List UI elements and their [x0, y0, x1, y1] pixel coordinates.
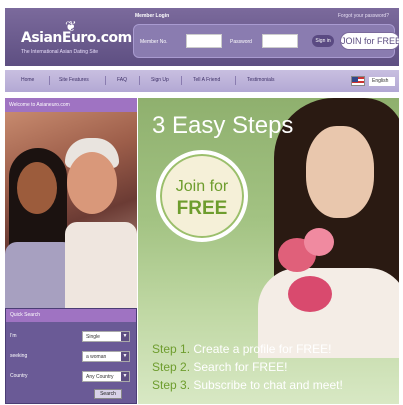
step-item: Step 3. Subscribe to chat and meet!	[152, 378, 343, 392]
search-button[interactable]: Search	[94, 389, 122, 399]
photo-shape	[17, 162, 57, 214]
login-title: Member Login	[135, 13, 170, 19]
country-label: Country	[10, 373, 28, 379]
nav-divider	[235, 76, 236, 85]
step-number: Step 2.	[152, 360, 191, 374]
step-number: Step 1.	[152, 342, 191, 356]
quick-search-panel: Quick Search I'm Single ▼ seeking a woma…	[5, 308, 137, 404]
join-badge-line2: FREE	[176, 198, 228, 219]
member-number-input[interactable]	[186, 34, 222, 48]
photo-shape	[306, 126, 374, 218]
step-text: Subscribe to chat and meet!	[193, 378, 343, 392]
step-item: Step 2. Search for FREE!	[152, 360, 287, 374]
chevron-down-icon: ▼	[121, 352, 129, 361]
flower-shape	[288, 276, 332, 312]
country-select[interactable]: Any Country ▼	[82, 371, 130, 382]
flower-shape	[304, 228, 334, 256]
seeking-select[interactable]: a woman ▼	[82, 351, 130, 362]
nav-testimonials[interactable]: Testimonials	[247, 77, 275, 83]
step-text: Create a profile for FREE!	[193, 342, 332, 356]
country-select-value: Any Country	[86, 374, 114, 380]
brand-name: AsianEuro.com	[21, 30, 132, 46]
join-free-button[interactable]: JOIN for FREE	[340, 32, 399, 50]
nav-sign-up[interactable]: Sign Up	[151, 77, 169, 83]
brand-logo[interactable]: ❦ AsianEuro.com The International Asian …	[15, 18, 132, 60]
language-select[interactable]: English	[369, 77, 395, 86]
step-item: Step 1. Create a profile for FREE!	[152, 342, 331, 356]
hero-banner[interactable]: 3 Easy Steps Join for FREE Step 1. Creat…	[138, 98, 399, 404]
hero-title: 3 Easy Steps	[152, 112, 294, 139]
photo-shape	[67, 152, 117, 214]
im-select-value: Single	[86, 334, 100, 340]
uk-flag-icon	[351, 76, 365, 86]
step-text: Search for FREE!	[193, 360, 288, 374]
join-badge-line1: Join for	[175, 178, 229, 195]
main-nav: Home Site Features FAQ Sign Up Tell A Fr…	[5, 70, 399, 92]
welcome-banner: Welcome to Asianeuro.com	[5, 98, 137, 112]
brand-tagline: The International Asian Dating Site	[21, 49, 98, 55]
login-panel: Member No. Password Sign in JOIN for FRE…	[133, 24, 399, 58]
nav-site-features[interactable]: Site Features	[59, 77, 89, 83]
nav-divider	[139, 76, 140, 85]
forgot-password-link[interactable]: Forgot your password?	[338, 13, 389, 19]
member-number-label: Member No.	[140, 39, 168, 45]
page: ❦ AsianEuro.com The International Asian …	[5, 8, 399, 404]
im-select[interactable]: Single ▼	[82, 331, 130, 342]
nav-divider	[49, 76, 50, 85]
seeking-select-value: a woman	[86, 354, 107, 360]
nav-tell-a-friend[interactable]: Tell A Friend	[193, 77, 220, 83]
nav-home[interactable]: Home	[21, 77, 34, 83]
sign-in-button[interactable]: Sign in	[312, 35, 334, 47]
chevron-down-icon: ▼	[121, 332, 129, 341]
site-header: ❦ AsianEuro.com The International Asian …	[5, 8, 399, 66]
step-number: Step 3.	[152, 378, 191, 392]
password-input[interactable]	[262, 34, 298, 48]
password-label: Password	[230, 39, 252, 45]
photo-shape	[65, 222, 137, 308]
chevron-down-icon: ▼	[121, 372, 129, 381]
seeking-label: seeking	[10, 353, 28, 359]
join-free-badge[interactable]: Join for FREE	[156, 150, 248, 242]
couple-photo	[5, 112, 137, 308]
nav-faq[interactable]: FAQ	[117, 77, 127, 83]
nav-divider	[181, 76, 182, 85]
quick-search-title: Quick Search	[6, 309, 136, 322]
member-login: Member Login Forgot your password? Membe…	[133, 12, 399, 62]
im-label: I'm	[10, 333, 17, 339]
nav-divider	[105, 76, 106, 85]
